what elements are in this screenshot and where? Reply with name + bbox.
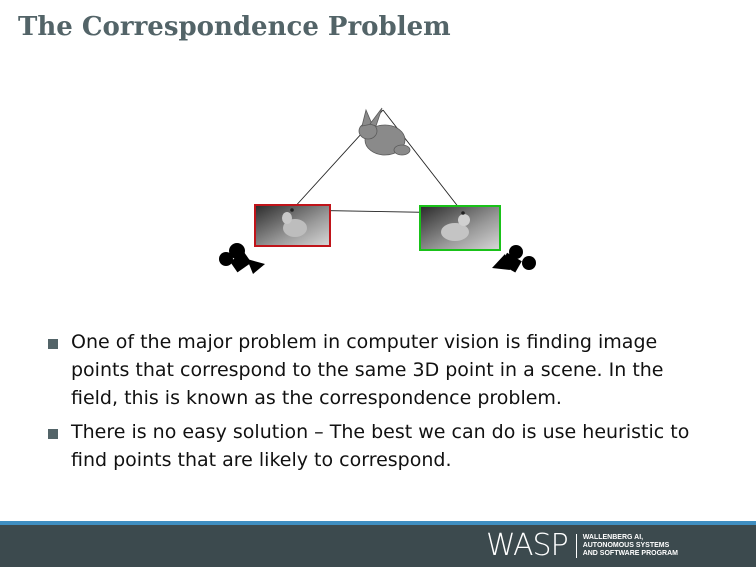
bullet-item: There is no easy solution – The best we …: [46, 418, 716, 474]
logo-divider: [575, 533, 577, 558]
bullet-marker: [48, 429, 58, 439]
bullet-text: There is no easy solution – The best we …: [71, 421, 690, 471]
wasp-logo: WASP WALLENBERG AI, AUTONOMOUS SYSTEMS A…: [486, 528, 678, 563]
projection-lines: [291, 109, 464, 214]
left-camera-icon: [219, 243, 265, 274]
correspondence-figure: [219, 107, 536, 274]
bullet-text: One of the major problem in computer vis…: [71, 331, 664, 409]
bullet-item: One of the major problem in computer vis…: [46, 328, 716, 412]
wasp-logo-subtitle: WALLENBERG AI, AUTONOMOUS SYSTEMS AND SO…: [583, 534, 678, 558]
wasp-logo-word: WASP: [486, 528, 569, 563]
right-image-view: [419, 205, 501, 251]
left-image-view: [254, 204, 331, 247]
logo-sub-line: AND SOFTWARE PROGRAM: [582, 549, 678, 557]
bunny-model-icon: [358, 107, 411, 156]
logo-sub-line: AUTONOMOUS SYSTEMS: [582, 541, 670, 549]
bullet-marker: [48, 339, 58, 349]
logo-sub-line: WALLENBERG AI,: [582, 533, 644, 541]
bullet-list: One of the major problem in computer vis…: [46, 328, 716, 480]
